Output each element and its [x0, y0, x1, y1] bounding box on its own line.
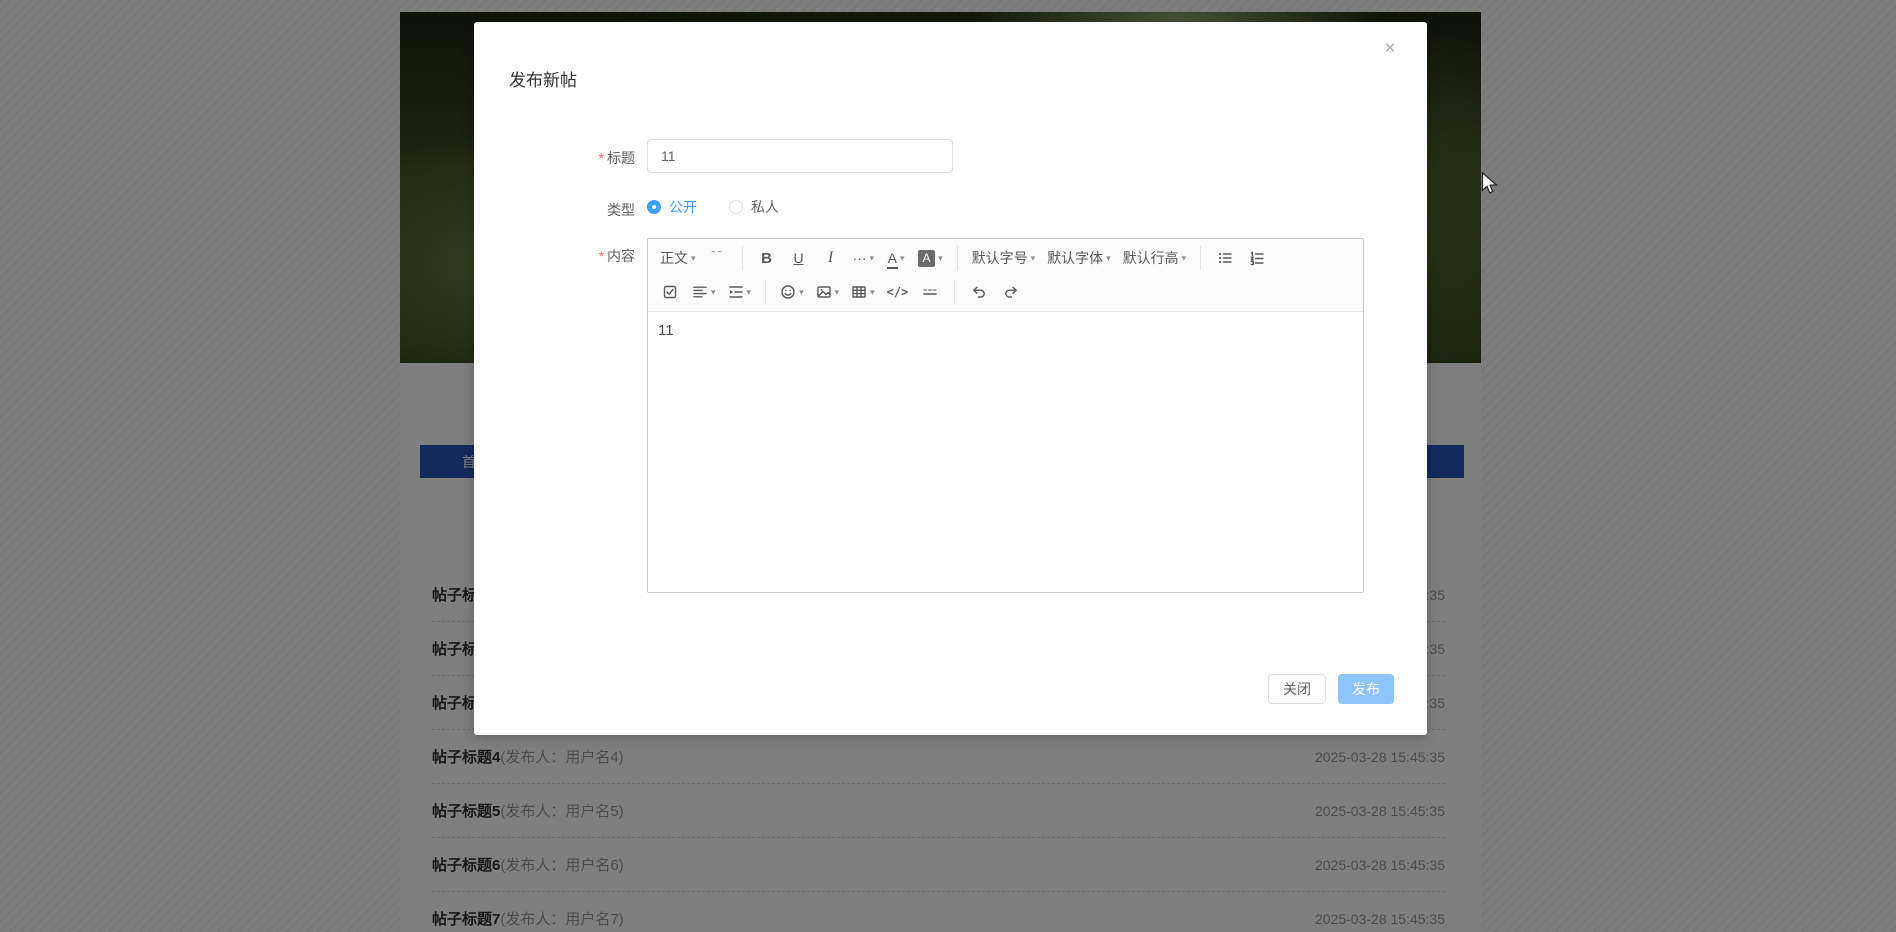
toolbar-divider — [954, 280, 956, 304]
image-icon — [816, 286, 831, 298]
required-mark: * — [598, 150, 604, 166]
font-color-icon: A — [886, 250, 899, 269]
title-label-text: 标题 — [607, 150, 635, 166]
chevron-down-icon: ▾ — [746, 286, 752, 297]
code-icon: </> — [886, 285, 909, 299]
line-height-dropdown[interactable]: 默认行高 ▾ — [1117, 244, 1193, 272]
font-size-dropdown[interactable]: 默认字号 ▾ — [966, 244, 1042, 272]
undo-button[interactable] — [963, 278, 995, 306]
ordered-list-button[interactable] — [1241, 244, 1273, 272]
editor-text: 11 — [658, 322, 674, 339]
toolbar-divider — [956, 246, 958, 270]
todo-button[interactable] — [654, 278, 686, 306]
chevron-down-icon: ▾ — [711, 286, 716, 297]
radio-public[interactable]: 公开 — [647, 197, 697, 217]
underline-icon: U — [793, 250, 804, 266]
indent-dropdown[interactable]: ▾ — [722, 278, 758, 306]
content-label-text: 内容 — [607, 248, 635, 264]
content-field-label: * 内容 — [474, 246, 635, 266]
italic-button[interactable]: I — [815, 244, 847, 272]
code-block-button[interactable]: </> — [881, 278, 915, 306]
toolbar-divider — [765, 280, 767, 304]
chevron-down-icon: ▾ — [899, 252, 905, 263]
toolbar-divider — [1200, 246, 1202, 270]
underline-button[interactable]: U — [783, 244, 815, 272]
more-icon: ··· — [852, 250, 867, 266]
type-field-label: 类型 — [474, 200, 635, 220]
bg-color-dropdown[interactable]: A ▾ — [912, 244, 949, 272]
table-dropdown[interactable]: ▾ — [845, 278, 881, 306]
toolbar-row-2: ▾ ▾ ▾ ▾ ▾ </> — [654, 275, 1357, 309]
chevron-down-icon: ▾ — [834, 286, 840, 297]
bullet-list-icon — [1219, 252, 1232, 264]
close-button[interactable]: 关闭 — [1268, 674, 1326, 704]
italic-icon: I — [827, 249, 834, 266]
align-icon — [693, 286, 707, 298]
toolbar-divider — [741, 246, 743, 270]
emoji-icon — [781, 285, 795, 299]
required-mark: * — [598, 248, 604, 264]
toolbar-row-1: 正文▾ “ B U I ···▾ A▾ A▾ 默认字号▾ 默认字体▾ 默认行高▾ — [654, 241, 1357, 275]
emoji-dropdown[interactable]: ▾ — [774, 278, 810, 306]
align-dropdown[interactable]: ▾ — [686, 278, 722, 306]
image-dropdown[interactable]: ▾ — [810, 278, 846, 306]
redo-button[interactable] — [995, 278, 1027, 306]
radio-public-label: 公开 — [669, 199, 697, 215]
editor-toolbar: 正文▾ “ B U I ···▾ A▾ A▾ 默认字号▾ 默认字体▾ 默认行高▾ — [648, 239, 1363, 312]
app-screen: 首页 帖子标题1(发布人：用户名1) 2025-03-28 15:45:35 帖… — [0, 0, 1896, 932]
font-family-dropdown[interactable]: 默认字体 ▾ — [1041, 244, 1117, 272]
todo-icon — [663, 285, 677, 299]
font-color-dropdown[interactable]: A ▾ — [880, 244, 912, 272]
new-post-dialog: 发布新帖 × *标题 类型 公开 私人 *内容 正文▾ “ — [474, 22, 1427, 735]
ordered-list-icon — [1250, 251, 1264, 266]
table-icon — [852, 286, 866, 298]
chevron-down-icon: ▾ — [691, 252, 696, 263]
paragraph-style-label: 正文 — [660, 250, 688, 266]
chevron-down-icon: ▾ — [870, 286, 875, 297]
more-styles-dropdown[interactable]: ··· ▾ — [847, 244, 881, 272]
bullet-list-button[interactable] — [1209, 244, 1241, 272]
bg-color-icon: A — [918, 249, 936, 267]
editor-content-area[interactable]: 11 — [648, 312, 1363, 593]
redo-icon — [1005, 286, 1018, 298]
indent-icon — [728, 286, 743, 298]
radio-private-label: 私人 — [751, 199, 779, 215]
publish-button[interactable]: 发布 — [1338, 674, 1394, 704]
radio-dot-icon — [729, 200, 743, 214]
chevron-down-icon: ▾ — [1030, 252, 1036, 263]
undo-icon — [973, 286, 986, 298]
blockquote-button[interactable]: “ — [702, 244, 734, 272]
blockquote-icon: “ — [710, 251, 726, 265]
chevron-down-icon: ▾ — [938, 252, 943, 263]
paragraph-style-dropdown[interactable]: 正文 ▾ — [654, 244, 702, 272]
chevron-down-icon: ▾ — [1181, 252, 1187, 263]
divider-icon — [923, 289, 938, 295]
font-size-label: 默认字号 — [971, 250, 1028, 266]
chevron-down-icon: ▾ — [799, 286, 804, 297]
bold-button[interactable]: B — [751, 244, 783, 272]
radio-private[interactable]: 私人 — [729, 197, 779, 217]
mouse-cursor — [1479, 171, 1501, 201]
dialog-title: 发布新帖 — [509, 71, 577, 90]
close-icon[interactable]: × — [1375, 34, 1405, 64]
bold-icon: B — [761, 249, 772, 267]
chevron-down-icon: ▾ — [869, 252, 875, 263]
font-family-label: 默认字体 — [1047, 250, 1104, 266]
type-label-text: 类型 — [607, 202, 635, 218]
title-field-label: * 标题 — [474, 148, 635, 168]
radio-dot-selected-icon — [647, 200, 661, 214]
type-radio-group: 公开 私人 — [647, 196, 779, 218]
rich-text-editor: 正文▾ “ B U I ···▾ A▾ A▾ 默认字号▾ 默认字体▾ 默认行高▾ — [647, 238, 1364, 593]
title-input[interactable] — [647, 139, 953, 173]
divider-button[interactable] — [914, 278, 946, 306]
line-height-label: 默认行高 — [1122, 250, 1179, 266]
chevron-down-icon: ▾ — [1106, 252, 1111, 263]
